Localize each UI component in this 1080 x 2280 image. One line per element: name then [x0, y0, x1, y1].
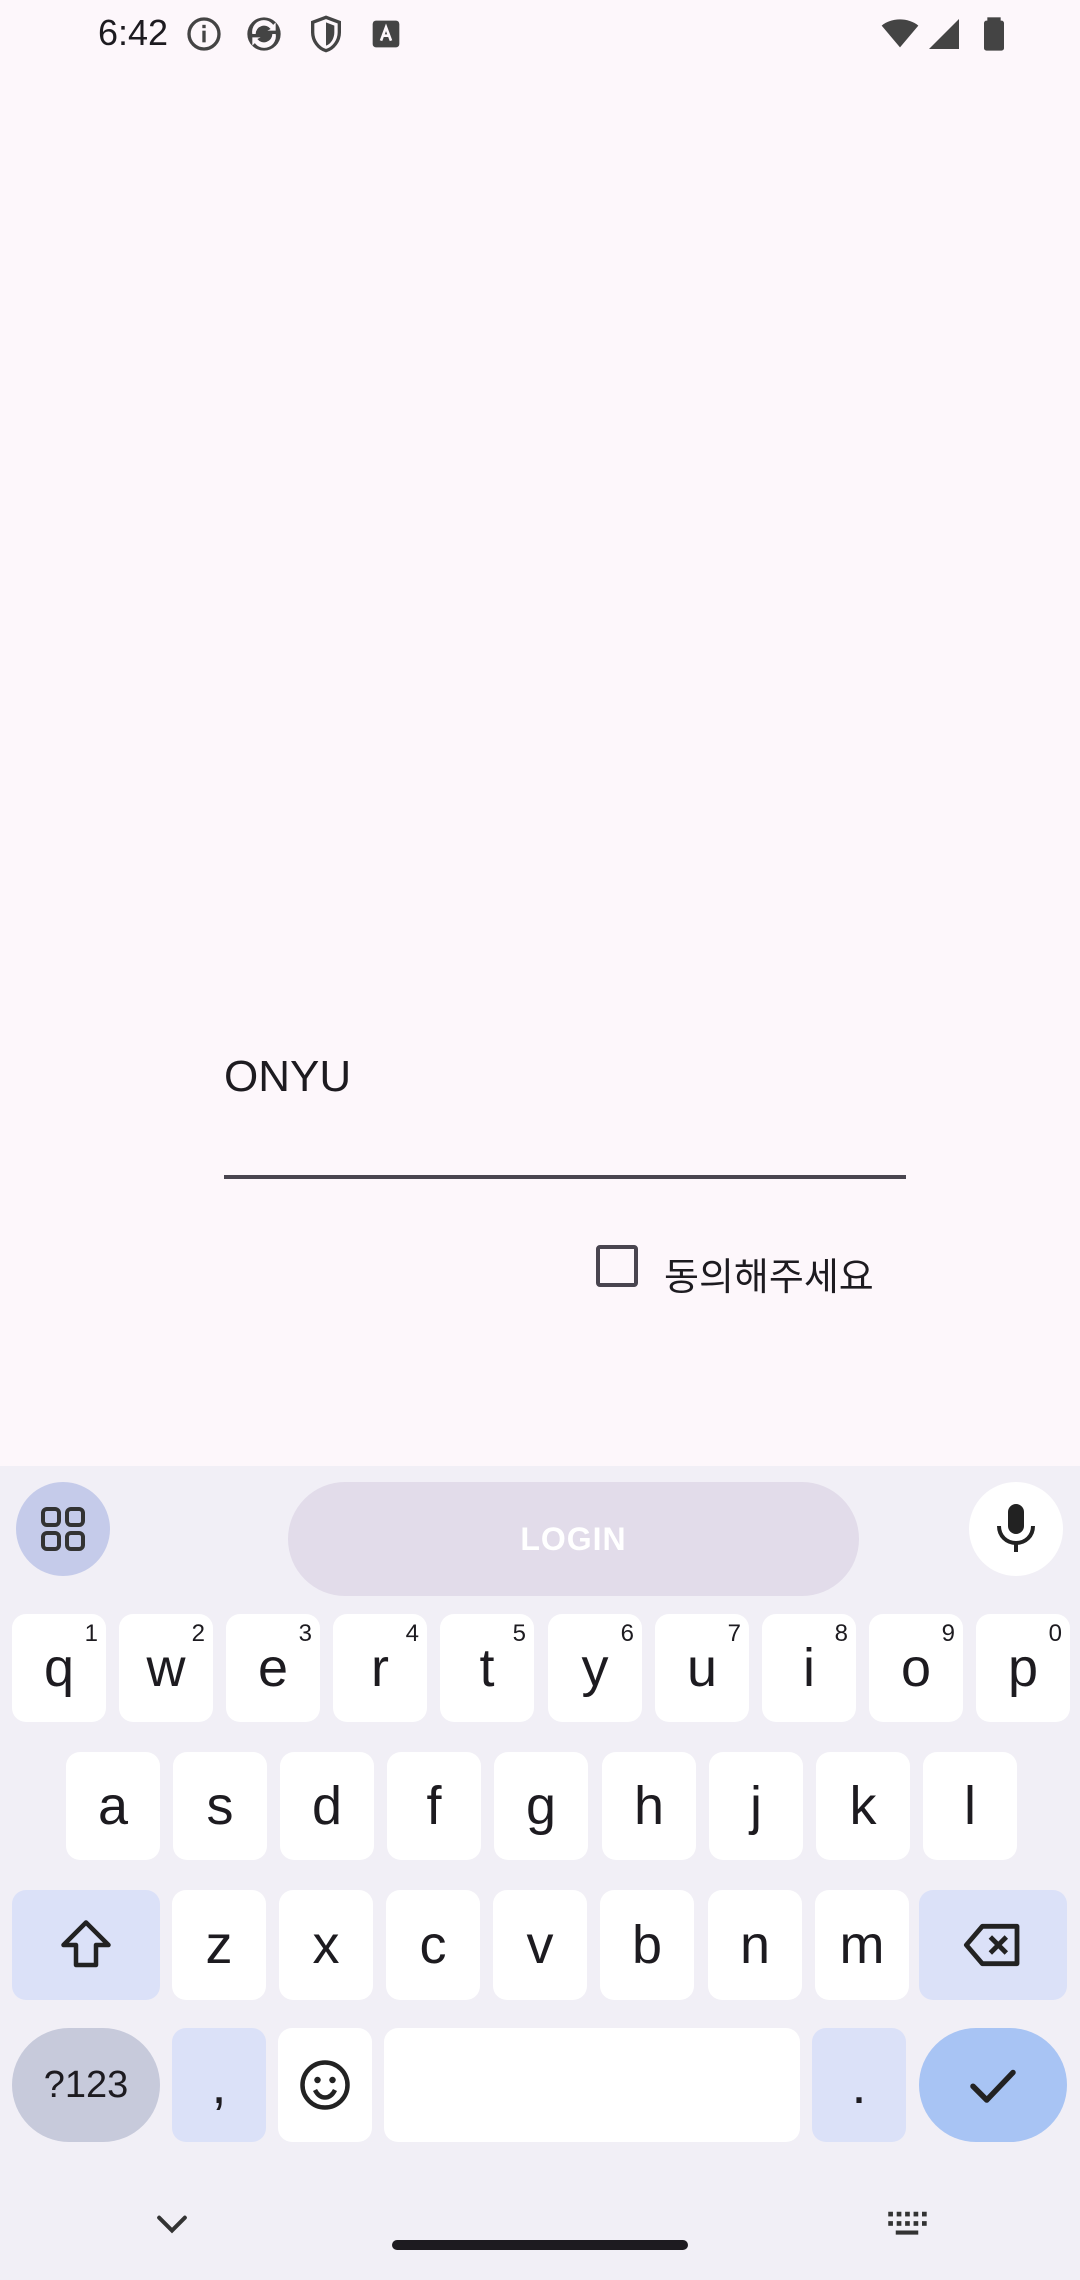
sync-icon [247, 17, 281, 51]
key-label: f [426, 1776, 442, 1836]
home-handle[interactable] [392, 2240, 688, 2250]
login-screen [0, 66, 1080, 1466]
key-label: x [312, 1915, 340, 1975]
key-hint: 6 [620, 1620, 634, 1647]
key-hint: 8 [834, 1620, 848, 1647]
key-label: n [739, 1915, 771, 1975]
space-key[interactable] [384, 2028, 800, 2142]
key-z[interactable]: z [172, 1890, 266, 2000]
key-hint: 5 [512, 1620, 526, 1647]
key-h[interactable]: h [602, 1752, 696, 1860]
key-label: r [371, 1638, 389, 1698]
key-label: g [525, 1776, 557, 1836]
symbols-key[interactable]: ?123 [12, 2028, 160, 2142]
username-input[interactable]: ONYU [224, 1052, 351, 1102]
key-l[interactable]: l [923, 1752, 1017, 1860]
key-r[interactable]: r4 [333, 1614, 427, 1722]
key-label: s [206, 1776, 234, 1836]
key-label: o [900, 1638, 932, 1698]
key-a[interactable]: a [66, 1752, 160, 1860]
key-label: v [526, 1915, 554, 1975]
key-hint: 9 [941, 1620, 955, 1647]
key-c[interactable]: c [386, 1890, 480, 2000]
key-x[interactable]: x [279, 1890, 373, 2000]
key-o[interactable]: o9 [869, 1614, 963, 1722]
key-label: u [686, 1638, 718, 1698]
key-q[interactable]: q1 [12, 1614, 106, 1722]
key-label: p [1007, 1638, 1039, 1698]
key-hint: 1 [84, 1620, 98, 1647]
font-icon [372, 20, 400, 48]
check-icon [970, 2069, 1016, 2103]
shield-icon [311, 15, 341, 53]
key-label: y [581, 1638, 609, 1698]
backspace-key[interactable] [919, 1890, 1067, 2000]
hide-keyboard-icon[interactable] [150, 2210, 194, 2240]
key-label: c [419, 1915, 447, 1975]
key-t[interactable]: t5 [440, 1614, 534, 1722]
key-m[interactable]: m [815, 1890, 909, 2000]
key-hint: 2 [191, 1620, 205, 1647]
enter-key[interactable] [919, 2028, 1067, 2142]
status-bar: 6:42 [0, 0, 1080, 66]
key-label: h [633, 1776, 665, 1836]
emoji-icon [300, 2060, 350, 2110]
key-s[interactable]: s [173, 1752, 267, 1860]
key-g[interactable]: g [494, 1752, 588, 1860]
key-label: l [964, 1776, 976, 1836]
mic-icon [997, 1504, 1035, 1552]
login-button[interactable]: LOGIN [288, 1482, 859, 1596]
key-label: a [97, 1776, 129, 1836]
comma-key[interactable]: , [172, 2028, 266, 2142]
key-label: i [803, 1638, 815, 1698]
key-i[interactable]: i8 [762, 1614, 856, 1722]
shift-icon [61, 1920, 111, 1968]
key-hint: 3 [298, 1620, 312, 1647]
key-w[interactable]: w2 [119, 1614, 213, 1722]
key-f[interactable]: f [387, 1752, 481, 1860]
key-label: z [205, 1915, 233, 1975]
key-label: d [311, 1776, 343, 1836]
key-hint: 7 [727, 1620, 741, 1647]
key-u[interactable]: u7 [655, 1614, 749, 1722]
key-p[interactable]: p0 [976, 1614, 1070, 1722]
key-e[interactable]: e3 [226, 1614, 320, 1722]
signal-icon [929, 19, 959, 49]
key-label: m [839, 1915, 885, 1975]
key-label: w [146, 1638, 186, 1698]
key-hint: 4 [405, 1620, 419, 1647]
info-icon [187, 17, 221, 51]
apps-grid-button[interactable] [16, 1482, 110, 1576]
wifi-icon [881, 19, 919, 48]
key-k[interactable]: k [816, 1752, 910, 1860]
key-label: b [631, 1915, 663, 1975]
shift-key[interactable] [12, 1890, 160, 2000]
key-n[interactable]: n [708, 1890, 802, 2000]
mic-button[interactable] [969, 1482, 1063, 1576]
status-time: 6:42 [98, 12, 169, 53]
key-j[interactable]: j [709, 1752, 803, 1860]
key-hint: 0 [1048, 1620, 1062, 1647]
key-y[interactable]: y6 [548, 1614, 642, 1722]
key-label: t [479, 1638, 495, 1698]
battery-icon [984, 17, 1004, 51]
key-label: q [43, 1638, 75, 1698]
keyboard-switch-icon[interactable] [884, 2208, 930, 2238]
key-label: j [750, 1776, 762, 1836]
key-d[interactable]: d [280, 1752, 374, 1860]
key-v[interactable]: v [493, 1890, 587, 2000]
agree-checkbox[interactable] [596, 1245, 638, 1287]
key-label: e [257, 1638, 289, 1698]
agree-label[interactable]: 동의해주세요 [664, 1246, 874, 1301]
backspace-icon [963, 1923, 1020, 1967]
period-key[interactable]: . [812, 2028, 906, 2142]
apps-grid-icon [41, 1507, 85, 1551]
username-underline [224, 1175, 906, 1179]
key-b[interactable]: b [600, 1890, 694, 2000]
emoji-key[interactable] [278, 2028, 372, 2142]
key-label: k [849, 1776, 877, 1836]
navigation-bar [0, 2170, 1080, 2280]
keyboard: LOGIN ?123 , . q1 w 2 e 3 r 4 t 5 y 6 u 7… [0, 1466, 1080, 2280]
